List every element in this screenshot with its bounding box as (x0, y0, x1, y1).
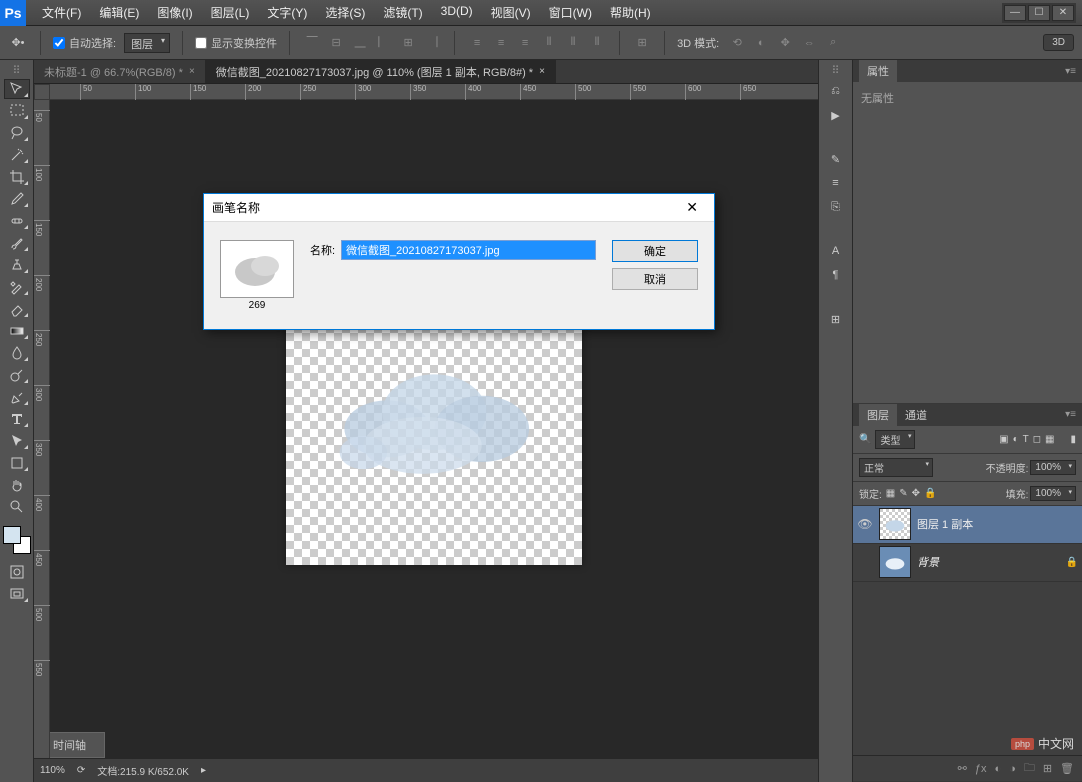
ok-button[interactable]: 确定 (612, 240, 698, 262)
dialog-buttons: 确定 取消 (612, 240, 698, 290)
close-icon[interactable]: ✕ (678, 197, 706, 218)
name-label: 名称: (310, 242, 335, 258)
dialog-form: 名称: (310, 240, 596, 268)
brush-preview-thumbnail (220, 240, 294, 298)
cancel-button[interactable]: 取消 (612, 268, 698, 290)
brush-name-input[interactable] (341, 240, 596, 260)
name-field-row: 名称: (310, 240, 596, 260)
brush-size-label: 269 (220, 300, 294, 311)
dialog-body: 269 名称: 确定 取消 (204, 222, 714, 329)
brush-name-dialog: 画笔名称 ✕ 269 名称: 确定 取消 (203, 193, 715, 330)
dialog-overlay: 画笔名称 ✕ 269 名称: 确定 取消 (0, 0, 1082, 782)
brush-preview: 269 (220, 240, 294, 311)
dialog-titlebar[interactable]: 画笔名称 ✕ (204, 194, 714, 222)
dialog-title-text: 画笔名称 (212, 199, 260, 216)
